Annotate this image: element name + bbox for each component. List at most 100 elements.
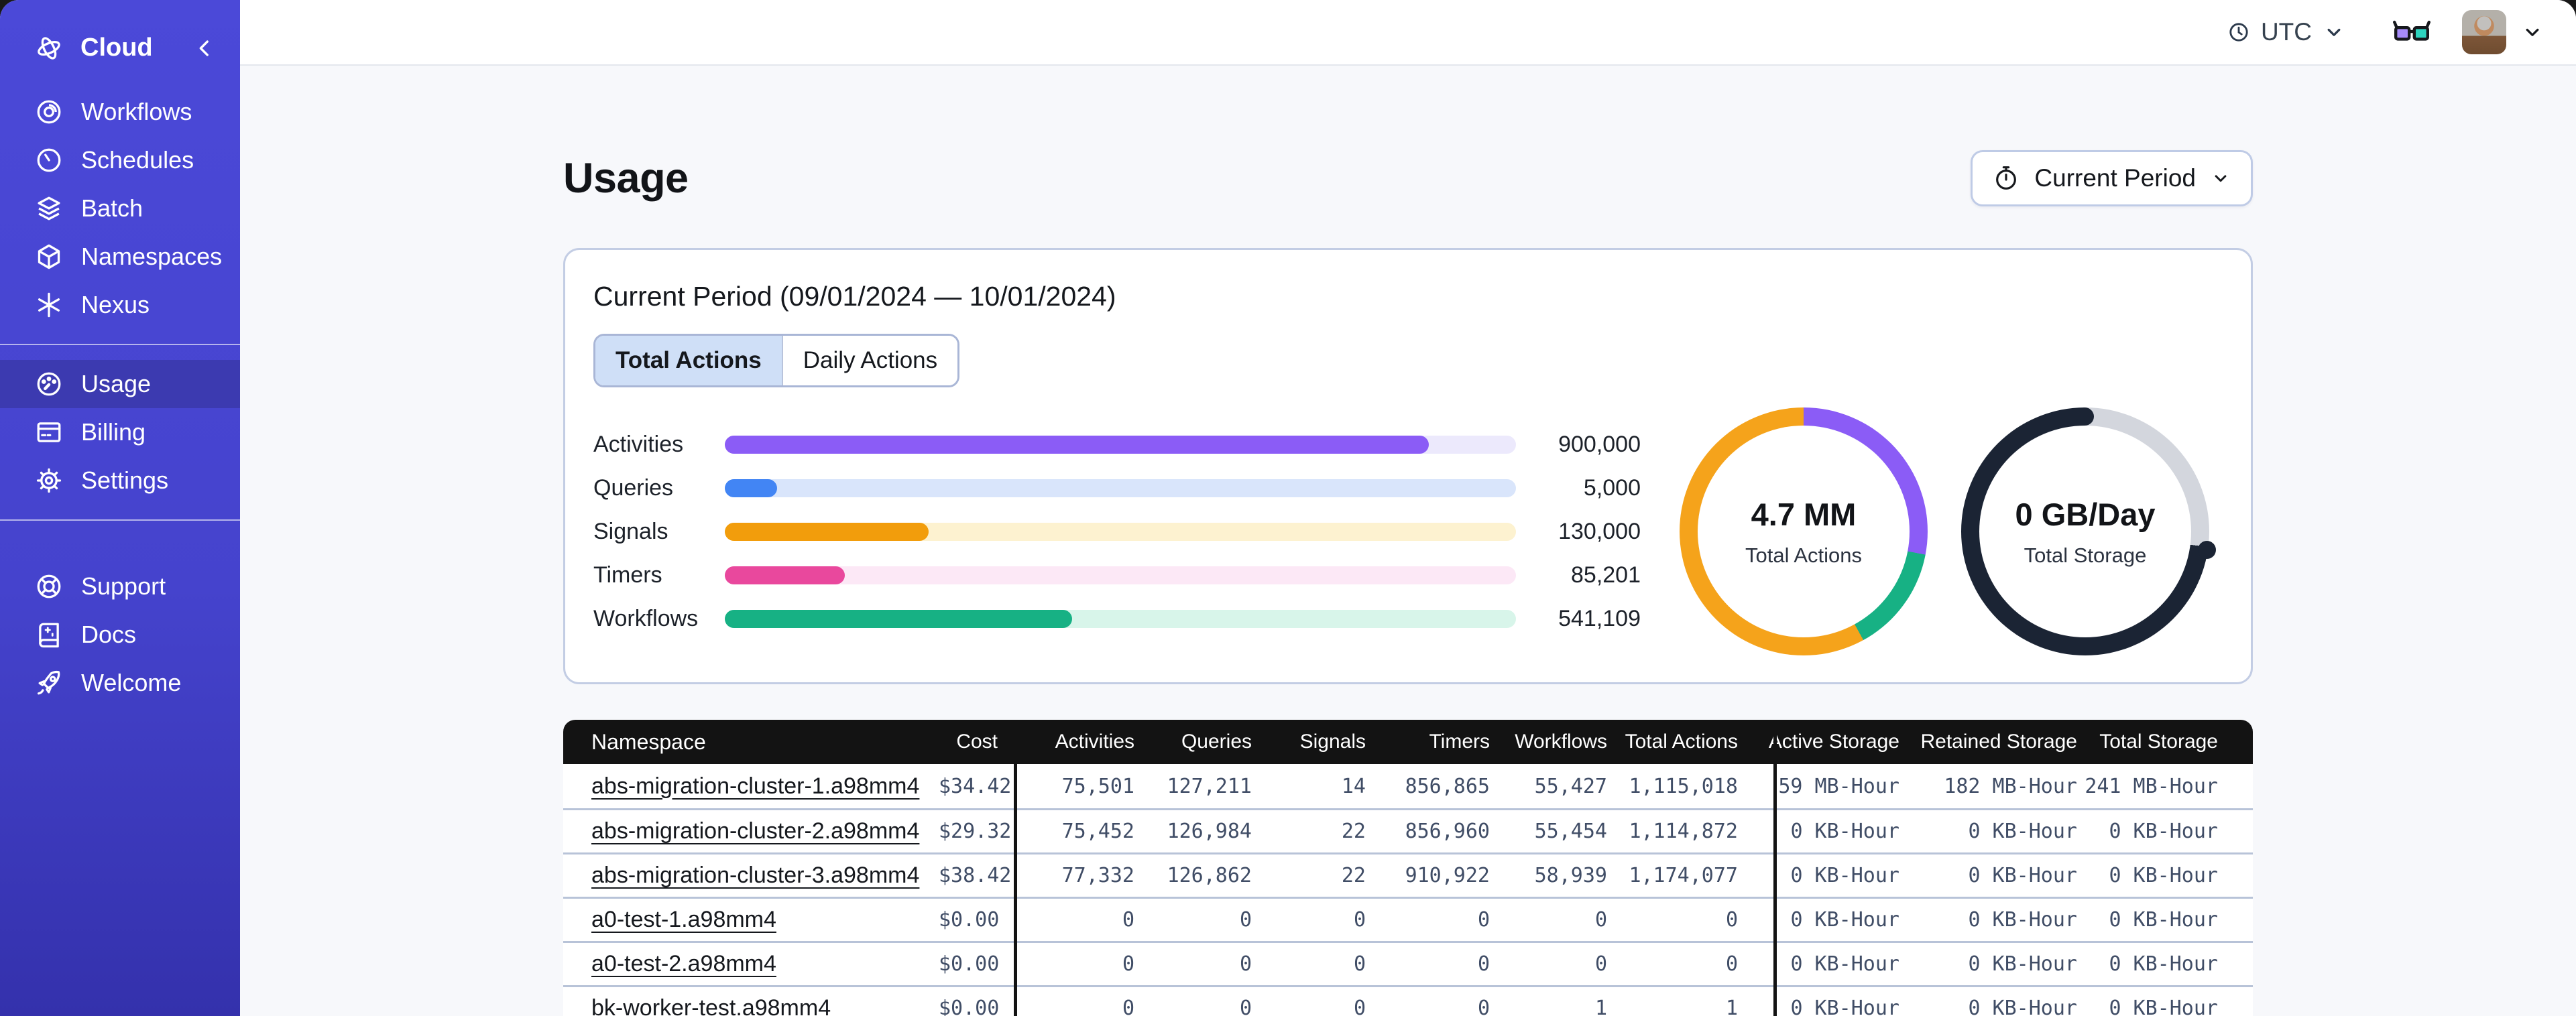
workflows-cell: 0 xyxy=(1594,908,1607,932)
namespace-link[interactable]: abs-migration-cluster-3.a98mm4 xyxy=(591,863,919,888)
workflows-icon xyxy=(37,100,61,124)
total-actions-cell: 1,115,018 xyxy=(1629,774,1738,798)
namespace-link[interactable]: bk-worker-test.a98mm4 xyxy=(591,995,831,1016)
total-storage-cell: 0 KB-Hour xyxy=(2109,864,2218,887)
sidebar-item-namespaces[interactable]: Namespaces xyxy=(0,233,240,281)
usage-bar-row: Workflows 541,109 xyxy=(593,606,1641,631)
tab-daily-actions[interactable]: Daily Actions xyxy=(781,336,958,385)
user-menu[interactable] xyxy=(2462,10,2544,54)
donut-cap xyxy=(2198,541,2216,559)
usage-bar-row: Queries 5,000 xyxy=(593,475,1641,501)
queries-cell: 127,211 xyxy=(1167,774,1252,798)
namespace-link[interactable]: abs-migration-cluster-1.a98mm4 xyxy=(591,773,919,799)
signals-cell: 22 xyxy=(1341,864,1366,887)
table-row: abs-migration-cluster-2.a98mm4 $29.32 75… xyxy=(563,808,2253,852)
total-actions-cell: 1 xyxy=(1725,997,1738,1016)
docs-icon xyxy=(39,623,59,648)
retained-storage-cell: 0 KB-Hour xyxy=(1968,820,2077,843)
retained-storage-cell: 0 KB-Hour xyxy=(1968,997,2077,1016)
activities-cell: 77,332 xyxy=(1061,864,1134,887)
signals-cell: 0 xyxy=(1353,908,1366,932)
settings-icon xyxy=(36,468,62,493)
tab-total-actions[interactable]: Total Actions xyxy=(595,336,782,385)
sidebar-item-label: Settings xyxy=(81,466,169,494)
sidebar-item-label: Billing xyxy=(81,418,146,446)
total-actions-cell: 0 xyxy=(1725,908,1738,932)
sidebar-item-label: Welcome xyxy=(81,669,182,696)
queries-cell: 0 xyxy=(1239,997,1252,1016)
main-area: UTC Usage Current Period Current Period … xyxy=(240,0,2576,1016)
sidebar-item-billing[interactable]: Billing xyxy=(0,408,240,456)
bar-fill xyxy=(725,522,929,541)
total-storage-cell: 241 MB-Hour xyxy=(2085,774,2218,798)
support-icon xyxy=(37,574,61,598)
table-group-divider xyxy=(1014,720,1017,1016)
period-selector-button[interactable]: Current Period xyxy=(1971,150,2253,206)
cost-cell: $0.00 xyxy=(939,997,1000,1016)
bar-value: 900,000 xyxy=(1558,431,1641,457)
retained-storage-cell: 182 MB-Hour xyxy=(1944,774,2077,798)
sidebar-item-usage[interactable]: Usage xyxy=(0,360,240,408)
activities-cell: 0 xyxy=(1122,997,1134,1016)
donut-center: 4.7 MM Total Actions xyxy=(1698,426,1910,637)
sidebar-divider xyxy=(0,344,240,345)
cost-cell: $38.42 xyxy=(939,864,1012,887)
column-header-queries: Queries xyxy=(1181,731,1252,753)
total-storage-donut: 0 GB/Day Total Storage xyxy=(1961,407,2216,655)
bar-label: Signals xyxy=(593,518,668,544)
usage-icon xyxy=(37,372,61,396)
table-row: bk-worker-test.a98mm4 $0.00 0 0 0 0 1 1 … xyxy=(563,985,2253,1016)
chevron-down-icon xyxy=(2526,28,2539,36)
namespace-link[interactable]: a0-test-2.a98mm4 xyxy=(591,951,776,976)
active-storage-cell: 0 KB-Hour xyxy=(1790,952,1899,976)
sidebar-divider xyxy=(0,519,240,521)
bar-value: 5,000 xyxy=(1583,474,1641,501)
activities-cell: 0 xyxy=(1122,952,1134,976)
sidebar-nav-primary: Workflows Schedules Batch Namespaces Nex… xyxy=(0,88,240,329)
sidebar-item-docs[interactable]: Docs xyxy=(0,611,240,659)
retained-storage-cell: 0 KB-Hour xyxy=(1968,864,2077,887)
bar-value: 130,000 xyxy=(1558,518,1641,544)
batch-icon xyxy=(38,196,60,220)
total-actions-cell: 1,174,077 xyxy=(1629,864,1738,887)
bar-label: Timers xyxy=(593,562,662,588)
timers-cell: 0 xyxy=(1477,952,1490,976)
bar-fill xyxy=(725,479,777,497)
timezone-selector[interactable]: UTC xyxy=(2227,18,2345,46)
sidebar-item-support[interactable]: Support xyxy=(0,562,240,611)
total-actions-cell: 0 xyxy=(1725,952,1738,976)
bar-value: 541,109 xyxy=(1558,605,1641,631)
column-header-signals: Signals xyxy=(1299,731,1366,753)
donut-charts: 4.7 MM Total Actions 0 GB/Day Total Stor… xyxy=(1680,407,2216,655)
total-storage-cell: 0 KB-Hour xyxy=(2109,908,2218,932)
sidebar-item-settings[interactable]: Settings xyxy=(0,456,240,505)
workflows-cell: 58,939 xyxy=(1534,864,1607,887)
column-header-activities: Activities xyxy=(1055,731,1134,753)
namespaces-icon xyxy=(38,244,60,269)
total-storage-value: 0 GB/Day xyxy=(2015,496,2156,532)
sidebar-item-batch[interactable]: Batch xyxy=(0,184,240,233)
sidebar-item-workflows[interactable]: Workflows xyxy=(0,88,240,136)
sidebar-item-schedules[interactable]: Schedules xyxy=(0,136,240,184)
sidebar-item-nexus[interactable]: Nexus xyxy=(0,281,240,329)
billing-icon xyxy=(37,422,61,442)
table-group-divider xyxy=(1773,720,1777,1016)
active-storage-cell: 0 KB-Hour xyxy=(1790,864,1899,887)
table-row: a0-test-1.a98mm4 $0.00 0 0 0 0 0 0 0 KB-… xyxy=(563,897,2253,941)
sidebar-item-label: Usage xyxy=(81,370,152,397)
schedules-icon xyxy=(37,148,61,172)
collapse-sidebar-icon[interactable] xyxy=(193,37,216,60)
sidebar-nav-account: Usage Billing Settings xyxy=(0,360,240,505)
feedback-glasses-button[interactable] xyxy=(2392,17,2431,47)
namespace-link[interactable]: abs-migration-cluster-2.a98mm4 xyxy=(591,818,919,844)
retained-storage-cell: 0 KB-Hour xyxy=(1968,952,2077,976)
stopwatch-icon xyxy=(1996,166,2017,190)
sidebar-item-welcome[interactable]: Welcome xyxy=(0,659,240,707)
namespace-link[interactable]: a0-test-1.a98mm4 xyxy=(591,907,776,932)
donut-center: 0 GB/Day Total Storage xyxy=(1979,426,2191,637)
workflows-cell: 55,454 xyxy=(1534,820,1607,843)
total-storage-cell: 0 KB-Hour xyxy=(2109,952,2218,976)
activities-cell: 75,452 xyxy=(1061,820,1134,843)
period-selector-label: Current Period xyxy=(2034,164,2196,192)
clock-icon xyxy=(2229,23,2248,42)
